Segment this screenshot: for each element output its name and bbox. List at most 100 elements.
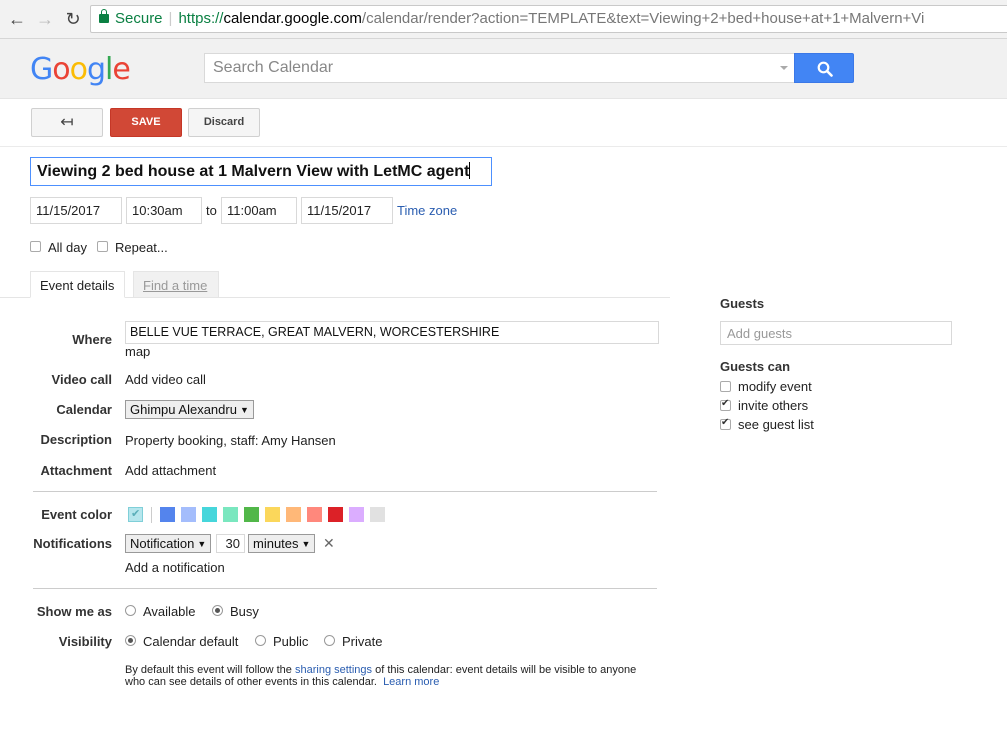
search-input[interactable]: Search Calendar [204, 53, 795, 83]
search-placeholder: Search Calendar [213, 59, 334, 76]
back-button[interactable]: ↤ [31, 108, 103, 137]
color-swatch-selected[interactable] [128, 507, 143, 522]
calendar-default-label: Calendar default [143, 634, 239, 649]
color-swatch[interactable] [181, 507, 196, 522]
attachment-label: Attachment [40, 463, 112, 478]
discard-button[interactable]: Discard [188, 108, 260, 137]
add-attachment-link[interactable]: Add attachment [125, 463, 216, 478]
add-video-call-link[interactable]: Add video call [125, 372, 206, 387]
visibility-label: Visibility [58, 634, 112, 649]
omnibox-separator: | [168, 10, 173, 27]
notification-unit-select[interactable]: minutes ▼ [248, 534, 316, 553]
invite-others-checkbox[interactable] [720, 398, 731, 411]
forward-arrow-icon[interactable]: → [34, 8, 56, 30]
calendar-default-radio[interactable] [125, 635, 136, 646]
back-arrow-icon[interactable]: ← [6, 8, 28, 30]
notification-type-select[interactable]: Notification ▼ [125, 534, 212, 553]
add-notification-link[interactable]: Add a notification [125, 560, 225, 575]
logo-letter: o [69, 52, 88, 87]
end-date-input[interactable]: 11/15/2017 [301, 197, 393, 224]
url-host: calendar.google.com [223, 10, 362, 27]
url-scheme: https:// [178, 10, 224, 27]
notification-unit-value: minutes [253, 536, 299, 551]
sharing-settings-link[interactable]: sharing settings [295, 664, 372, 676]
description-text[interactable]: Property booking, staff: Amy Hansen [125, 433, 336, 448]
note-text: By default this event will follow the [125, 664, 295, 676]
color-swatch[interactable] [202, 507, 217, 522]
start-time-input[interactable]: 10:30am [126, 197, 202, 224]
see-guest-list-checkbox[interactable] [720, 417, 731, 430]
dropdown-arrow-icon: ▼ [239, 405, 249, 415]
event-title-input[interactable]: Viewing 2 bed house at 1 Malvern View wi… [30, 157, 492, 186]
secure-label: Secure [115, 10, 163, 27]
search-icon [817, 61, 833, 77]
guests-can-heading: Guests can [720, 359, 791, 374]
notification-amount-input[interactable]: 30 [216, 534, 245, 553]
to-label: to [206, 203, 217, 218]
search-options-caret-icon[interactable] [780, 66, 788, 70]
calendar-select[interactable]: Ghimpu Alexandru ▼ [125, 400, 254, 419]
calendar-header: Google Search Calendar [0, 39, 1007, 99]
add-guests-input[interactable]: Add guests [720, 321, 952, 345]
reload-icon[interactable]: ↻ [62, 8, 84, 30]
available-label: Available [143, 604, 196, 619]
color-swatch[interactable] [265, 507, 280, 522]
visibility-note: By default this event will follow the sh… [125, 664, 655, 688]
google-logo[interactable]: Google [30, 52, 131, 87]
where-label: Where [72, 332, 112, 347]
text-cursor [469, 162, 471, 179]
start-date-input[interactable]: 11/15/2017 [30, 197, 122, 224]
logo-letter: g [86, 52, 106, 87]
tab-find-a-time[interactable]: Find a time [133, 271, 219, 298]
remove-notification-icon[interactable]: ✕ [323, 535, 335, 552]
map-link[interactable]: map [125, 344, 150, 359]
repeat-label: Repeat... [115, 240, 168, 255]
color-swatch[interactable] [370, 507, 385, 522]
color-swatch[interactable] [349, 507, 364, 522]
browser-toolbar: ← → ↻ Secure | https://calendar.google.com… [0, 0, 1007, 39]
all-day-label: All day [48, 240, 88, 255]
end-time-input[interactable]: 11:00am [221, 197, 297, 224]
search-button[interactable] [794, 53, 854, 83]
color-swatch[interactable] [307, 507, 322, 522]
time-zone-link[interactable]: Time zone [397, 203, 457, 218]
swatch-divider [151, 507, 152, 523]
section-divider [33, 491, 657, 492]
public-radio[interactable] [255, 635, 266, 646]
modify-event-checkbox[interactable] [720, 381, 731, 392]
calendar-label: Calendar [56, 402, 112, 417]
modify-event-label: modify event [738, 379, 812, 394]
section-divider [33, 588, 657, 589]
lock-icon [99, 9, 109, 23]
color-swatch[interactable] [286, 507, 301, 522]
show-me-as-label: Show me as [36, 604, 112, 619]
color-swatch[interactable] [160, 507, 175, 522]
color-swatch[interactable] [328, 507, 343, 522]
see-guest-list-label: see guest list [738, 417, 814, 432]
notifications-label: Notifications [33, 536, 112, 551]
save-button[interactable]: SAVE [110, 108, 182, 137]
learn-more-link[interactable]: Learn more [383, 676, 439, 688]
tab-event-details[interactable]: Event details [30, 271, 125, 298]
color-swatch[interactable] [244, 507, 259, 522]
address-bar[interactable]: Secure | https://calendar.google.com/calen… [90, 5, 1007, 33]
repeat-checkbox[interactable] [97, 241, 108, 252]
dropdown-arrow-icon: ▼ [301, 539, 311, 549]
where-input[interactable]: BELLE VUE TERRACE, GREAT MALVERN, WORCES… [125, 321, 659, 344]
logo-letter: G [30, 52, 53, 87]
all-day-checkbox[interactable] [30, 241, 41, 252]
busy-radio[interactable] [212, 605, 223, 616]
notification-type-value: Notification [130, 536, 195, 551]
invite-others-label: invite others [738, 398, 809, 413]
private-radio[interactable] [324, 635, 335, 646]
logo-letter: o [52, 52, 70, 87]
busy-label: Busy [230, 604, 259, 619]
logo-letter: e [112, 52, 130, 87]
private-label: Private [342, 634, 383, 649]
public-label: Public [273, 634, 309, 649]
dropdown-arrow-icon: ▼ [197, 539, 207, 549]
video-call-label: Video call [51, 372, 112, 387]
available-radio[interactable] [125, 605, 136, 616]
color-swatch[interactable] [223, 507, 238, 522]
guests-heading: Guests [720, 296, 765, 311]
